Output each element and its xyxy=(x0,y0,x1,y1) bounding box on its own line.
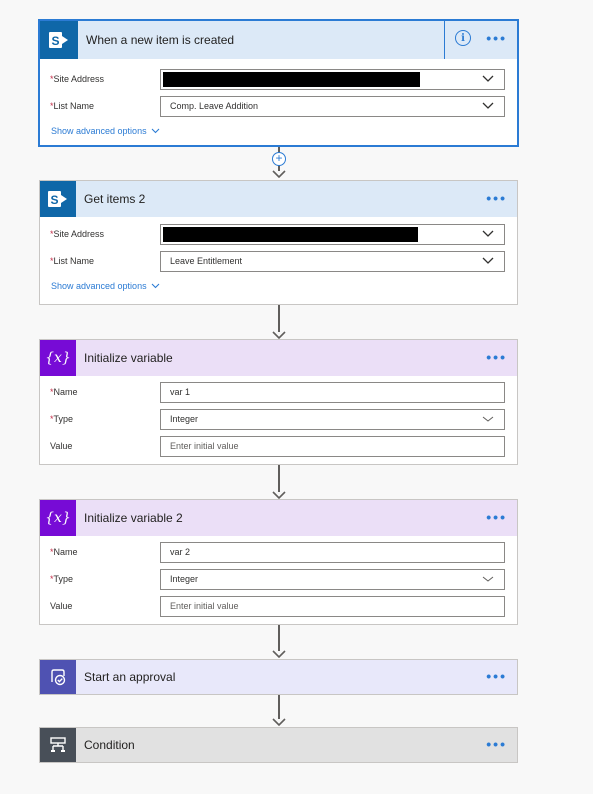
name-value: var 2 xyxy=(170,547,191,557)
list-name-dropdown[interactable]: Leave Entitlement xyxy=(160,250,505,272)
site-address-row: *Site Address xyxy=(40,66,517,92)
show-advanced-options-link[interactable]: Show advanced options xyxy=(40,281,160,291)
name-input[interactable]: var 2 xyxy=(160,541,505,563)
value-placeholder: Enter initial value xyxy=(170,441,239,451)
name-input[interactable]: var 1 xyxy=(160,381,505,403)
connector-line xyxy=(278,625,280,651)
chevron-down-icon xyxy=(151,283,159,289)
svg-text:S: S xyxy=(51,34,59,48)
value-label: Value xyxy=(50,601,73,611)
condition-title: Condition xyxy=(84,738,135,752)
list-name-row: *List Name Leave Entitlement xyxy=(40,248,517,274)
initialize-variable-header[interactable]: {x} Initialize variable ••• xyxy=(40,340,517,376)
type-row: *Type Integer xyxy=(40,406,517,432)
name-label: *Name xyxy=(50,387,78,397)
start-approval-card[interactable]: Start an approval ••• xyxy=(39,659,518,695)
name-row: *Name var 2 xyxy=(40,539,517,565)
arrow-down-icon xyxy=(272,491,286,499)
list-name-dropdown[interactable]: Comp. Leave Addition xyxy=(160,95,505,117)
type-dropdown[interactable]: Integer xyxy=(160,408,505,430)
arrow-down-icon xyxy=(272,331,286,339)
trigger-header[interactable]: S When a new item is created i ••• xyxy=(40,21,517,59)
trigger-title: When a new item is created xyxy=(86,33,235,47)
chevron-down-icon xyxy=(482,416,494,422)
chevron-down-icon xyxy=(482,257,494,264)
arrow-down-icon xyxy=(272,170,286,178)
initialize-variable-2-header[interactable]: {x} Initialize variable 2 ••• xyxy=(40,500,517,536)
type-label: *Type xyxy=(50,574,74,584)
name-row: *Name var 1 xyxy=(40,379,517,405)
svg-text:S: S xyxy=(50,193,58,207)
value-placeholder: Enter initial value xyxy=(170,601,239,611)
get-items-title: Get items 2 xyxy=(84,192,146,206)
name-label: *Name xyxy=(50,547,78,557)
approval-icon xyxy=(40,660,76,694)
get-items-card[interactable]: S Get items 2 ••• *Site Address *List Na… xyxy=(39,180,518,305)
more-options-icon[interactable]: ••• xyxy=(486,668,507,684)
list-name-label: *List Name xyxy=(50,101,95,111)
chevron-down-icon xyxy=(482,102,494,109)
value-input[interactable]: Enter initial value xyxy=(160,595,505,617)
get-items-header[interactable]: S Get items 2 ••• xyxy=(40,181,517,217)
type-row: *Type Integer xyxy=(40,566,517,592)
condition-card[interactable]: Condition ••• xyxy=(39,727,518,763)
variable-icon: {x} xyxy=(40,340,76,376)
chevron-down-icon xyxy=(482,75,494,82)
variable-icon: {x} xyxy=(40,500,76,536)
value-input[interactable]: Enter initial value xyxy=(160,435,505,457)
chevron-down-icon xyxy=(151,128,159,134)
connector-line xyxy=(278,695,280,719)
chevron-down-icon xyxy=(482,576,494,582)
sharepoint-icon: S xyxy=(40,21,78,59)
list-name-label: *List Name xyxy=(50,256,95,266)
name-value: var 1 xyxy=(170,387,191,397)
type-label: *Type xyxy=(50,414,74,424)
add-step-icon[interactable]: + xyxy=(272,152,286,166)
info-icon[interactable]: i xyxy=(455,30,471,46)
list-name-row: *List Name Comp. Leave Addition xyxy=(40,93,517,119)
trigger-card[interactable]: S When a new item is created i ••• *Site… xyxy=(38,19,519,147)
more-options-icon[interactable]: ••• xyxy=(486,736,507,752)
header-divider xyxy=(444,21,445,59)
redacted-block xyxy=(163,71,420,87)
more-options-icon[interactable]: ••• xyxy=(486,349,507,365)
type-dropdown[interactable]: Integer xyxy=(160,568,505,590)
initialize-variable-2-title: Initialize variable 2 xyxy=(84,511,183,525)
site-address-dropdown[interactable] xyxy=(160,223,505,245)
condition-header[interactable]: Condition ••• xyxy=(40,728,517,762)
connector-line xyxy=(278,305,280,332)
initialize-variable-2-card[interactable]: {x} Initialize variable 2 ••• *Name var … xyxy=(39,499,518,625)
arrow-down-icon xyxy=(272,650,286,658)
value-row: Value Enter initial value xyxy=(40,593,517,619)
connector-line xyxy=(278,465,280,492)
start-approval-header[interactable]: Start an approval ••• xyxy=(40,660,517,694)
more-options-icon[interactable]: ••• xyxy=(486,190,507,206)
site-address-label: *Site Address xyxy=(50,229,105,239)
list-name-value: Leave Entitlement xyxy=(170,256,243,266)
show-advanced-options-link[interactable]: Show advanced options xyxy=(40,126,160,136)
more-options-icon[interactable]: ••• xyxy=(486,509,507,525)
site-address-row: *Site Address xyxy=(40,221,517,247)
value-label: Value xyxy=(50,441,73,451)
value-row: Value Enter initial value xyxy=(40,433,517,459)
type-value: Integer xyxy=(170,414,199,424)
start-approval-title: Start an approval xyxy=(84,670,176,684)
type-value: Integer xyxy=(170,574,199,584)
more-options-icon[interactable]: ••• xyxy=(486,30,507,46)
chevron-down-icon xyxy=(482,230,494,237)
arrow-down-icon xyxy=(272,718,286,726)
list-name-value: Comp. Leave Addition xyxy=(170,101,259,111)
condition-icon xyxy=(40,728,76,762)
site-address-label: *Site Address xyxy=(50,74,105,84)
initialize-variable-card[interactable]: {x} Initialize variable ••• *Name var 1 … xyxy=(39,339,518,465)
sharepoint-icon: S xyxy=(40,181,76,217)
redacted-block xyxy=(163,226,418,242)
site-address-dropdown[interactable] xyxy=(160,68,505,90)
initialize-variable-title: Initialize variable xyxy=(84,351,173,365)
